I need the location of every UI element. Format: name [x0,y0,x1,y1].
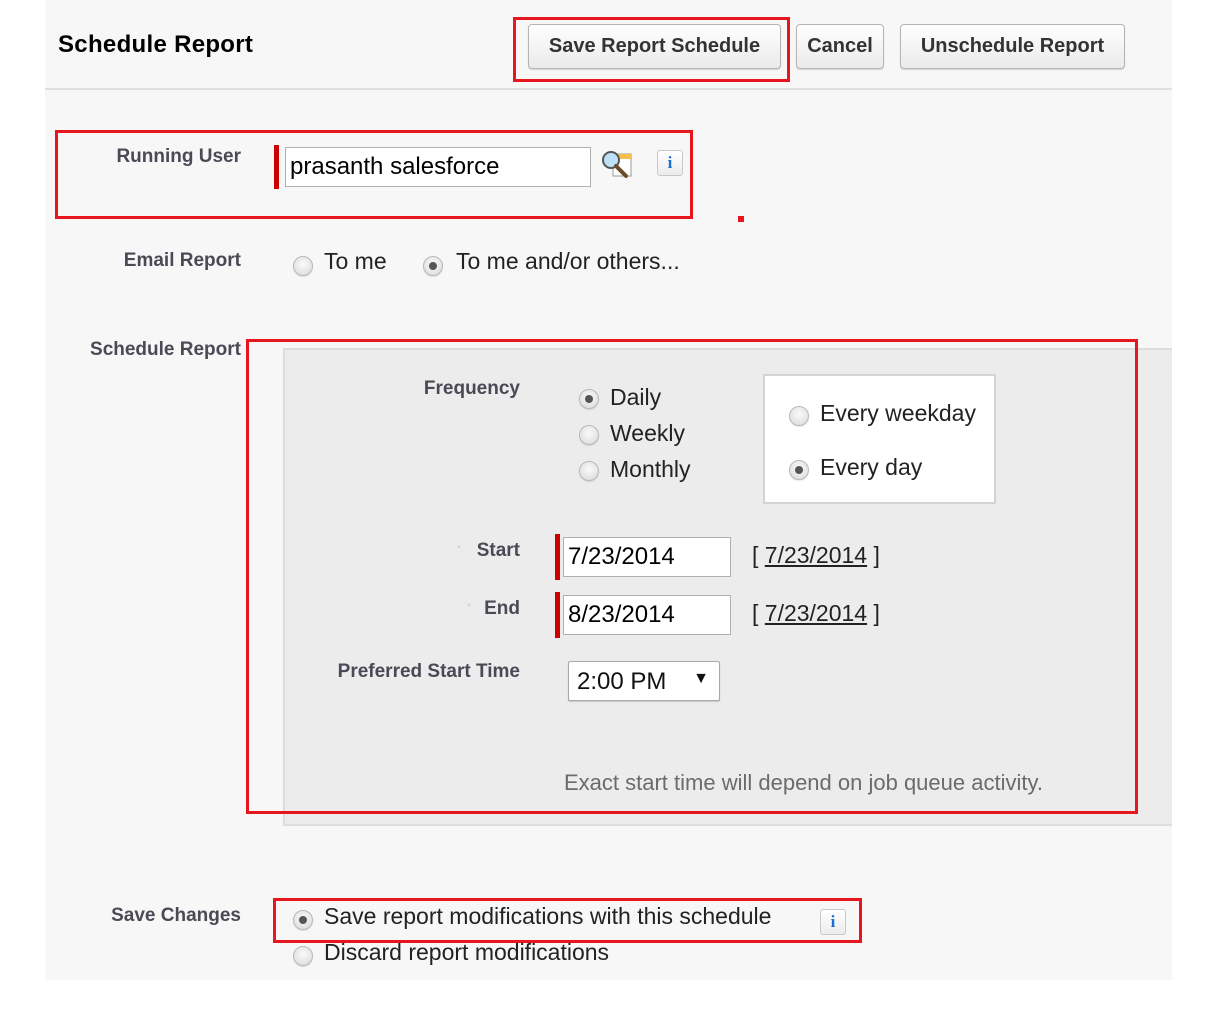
preferred-start-time-label: Preferred Start Time [337,661,520,682]
email-to-me-label: To me [324,248,387,274]
unschedule-report-button[interactable]: Unschedule Report [900,24,1125,69]
frequency-weekly-label: Weekly [610,420,685,446]
save-modifications-label: Save report modifications with this sche… [324,903,772,929]
start-today-link[interactable]: 7/23/2014 [765,542,867,568]
daily-options-box [763,374,996,504]
end-today-link[interactable]: 7/23/2014 [765,600,867,626]
dropdown-arrow-icon: ▼ [693,670,709,687]
annotation-dot [738,216,744,222]
preferred-start-time-select[interactable]: 2:00 PM ▼ [568,661,720,701]
schedule-report-label: Schedule Report [90,339,241,360]
frequency-monthly-label: Monthly [610,456,691,482]
every-weekday-radio[interactable] [789,406,809,426]
save-report-schedule-button[interactable]: Save Report Schedule [528,24,781,69]
required-indicator [555,534,560,580]
preferred-start-time-value: 2:00 PM [577,668,667,695]
email-to-me-and-others-radio[interactable] [423,256,443,276]
every-day-radio[interactable] [789,460,809,480]
email-to-me-radio[interactable] [293,256,313,276]
info-icon[interactable]: i [820,909,846,935]
start-label: Start [476,540,520,561]
every-weekday-label: Every weekday [820,400,976,426]
required-indicator [274,145,279,189]
save-modifications-radio[interactable] [293,910,313,930]
end-today-link-wrapper: [ 7/23/2014 ] [752,600,880,626]
info-icon[interactable]: i [657,150,683,176]
frequency-label: Frequency [423,378,520,399]
start-date-input[interactable] [563,537,731,577]
end-label: End [484,598,520,619]
schedule-panel [283,348,1172,826]
end-date-input[interactable] [563,595,731,635]
frequency-weekly-radio[interactable] [579,425,599,445]
frequency-daily-radio[interactable] [579,389,599,409]
start-today-link-wrapper: [ 7/23/2014 ] [752,542,880,568]
save-changes-label: Save Changes [111,905,241,926]
cancel-button[interactable]: Cancel [796,24,884,69]
job-queue-note: Exact start time will depend on job queu… [564,770,1043,795]
running-user-input[interactable] [285,147,591,187]
page-header: Schedule Report Save Report Schedule Can… [45,0,1172,90]
discard-modifications-label: Discard report modifications [324,939,610,965]
frequency-daily-label: Daily [610,384,662,410]
frequency-monthly-radio[interactable] [579,461,599,481]
lookup-magnifier-icon[interactable] [599,148,635,182]
schedule-report-page: Schedule Report Save Report Schedule Can… [45,0,1172,980]
email-to-me-and-others-label: To me and/or others... [456,248,680,274]
required-indicator [555,592,560,638]
every-day-label: Every day [820,454,923,480]
email-report-label: Email Report [123,250,241,271]
running-user-label: Running User [116,146,241,167]
discard-modifications-radio[interactable] [293,946,313,966]
page-title: Schedule Report [58,31,254,58]
